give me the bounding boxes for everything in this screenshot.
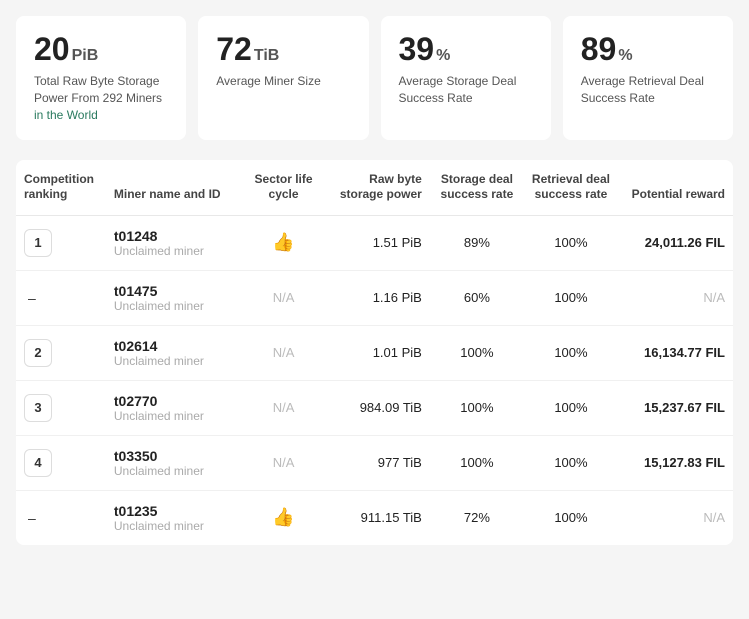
retrieval-rate-cell: 100% — [524, 380, 618, 435]
table-row: – t01235 Unclaimed miner 👍 911.15 TiB72%1… — [16, 490, 733, 545]
miner-cell: t01475 Unclaimed miner — [106, 270, 242, 325]
reward-cell: N/A — [618, 490, 733, 545]
miners-table: Competition ranking Miner name and ID Se… — [16, 160, 733, 545]
col-reward: Potential reward — [618, 160, 733, 216]
col-storage: Storage deal success rate — [430, 160, 524, 216]
rank-cell: 1 — [16, 215, 106, 270]
rank-cell: – — [16, 490, 106, 545]
table-row: 1 t01248 Unclaimed miner 👍 1.51 PiB89%100… — [16, 215, 733, 270]
miner-sub: Unclaimed miner — [114, 519, 234, 533]
rank-badge: 3 — [24, 394, 52, 422]
miner-id[interactable]: t02614 — [114, 338, 234, 354]
miner-id[interactable]: t01475 — [114, 283, 234, 299]
miner-sub: Unclaimed miner — [114, 354, 234, 368]
stat-label-2: Average Storage Deal Success Rate — [399, 73, 533, 107]
stat-value-2: 39% — [399, 32, 533, 67]
stat-value-0: 20PiB — [34, 32, 168, 67]
lifecycle-cell: 👍 — [242, 215, 326, 270]
stat-label-1: Average Miner Size — [216, 73, 350, 90]
stat-card-1: 72TiB Average Miner Size — [198, 16, 368, 140]
reward-cell: 24,011.26 FIL — [618, 215, 733, 270]
lifecycle-cell: N/A — [242, 325, 326, 380]
stat-card-2: 39% Average Storage Deal Success Rate — [381, 16, 551, 140]
rank-cell: 2 — [16, 325, 106, 380]
lifecycle-cell: 👍 — [242, 490, 326, 545]
miner-cell: t03350 Unclaimed miner — [106, 435, 242, 490]
miner-cell: t01248 Unclaimed miner — [106, 215, 242, 270]
miner-cell: t01235 Unclaimed miner — [106, 490, 242, 545]
thumbs-up-icon: 👍 — [250, 507, 318, 528]
col-miner: Miner name and ID — [106, 160, 242, 216]
raw-byte-cell: 1.01 PiB — [325, 325, 430, 380]
retrieval-rate-cell: 100% — [524, 270, 618, 325]
lifecycle-na: N/A — [273, 290, 295, 305]
rank-cell: 4 — [16, 435, 106, 490]
retrieval-rate-cell: 100% — [524, 215, 618, 270]
table-section: Competition ranking Miner name and ID Se… — [16, 160, 733, 545]
miner-id[interactable]: t01235 — [114, 503, 234, 519]
raw-byte-cell: 984.09 TiB — [325, 380, 430, 435]
storage-rate-cell: 60% — [430, 270, 524, 325]
table-row: 3 t02770 Unclaimed miner N/A984.09 TiB10… — [16, 380, 733, 435]
miner-sub: Unclaimed miner — [114, 299, 234, 313]
miner-cell: t02770 Unclaimed miner — [106, 380, 242, 435]
rank-dash: – — [24, 290, 36, 306]
reward-cell: 16,134.77 FIL — [618, 325, 733, 380]
retrieval-rate-cell: 100% — [524, 325, 618, 380]
lifecycle-cell: N/A — [242, 380, 326, 435]
storage-rate-cell: 100% — [430, 325, 524, 380]
stat-value-1: 72TiB — [216, 32, 350, 67]
table-row: 2 t02614 Unclaimed miner N/A1.01 PiB100%… — [16, 325, 733, 380]
raw-byte-cell: 1.16 PiB — [325, 270, 430, 325]
lifecycle-na: N/A — [273, 400, 295, 415]
reward-cell: N/A — [618, 270, 733, 325]
retrieval-rate-cell: 100% — [524, 490, 618, 545]
col-retrieval: Retrieval deal success rate — [524, 160, 618, 216]
rank-cell: – — [16, 270, 106, 325]
raw-byte-cell: 1.51 PiB — [325, 215, 430, 270]
miner-sub: Unclaimed miner — [114, 244, 234, 258]
miner-id[interactable]: t03350 — [114, 448, 234, 464]
miner-sub: Unclaimed miner — [114, 409, 234, 423]
miner-cell: t02614 Unclaimed miner — [106, 325, 242, 380]
stat-label-0: Total Raw Byte Storage Power From 292 Mi… — [34, 73, 168, 123]
table-row: – t01475 Unclaimed miner N/A 1.16 PiB60%1… — [16, 270, 733, 325]
rank-badge: 2 — [24, 339, 52, 367]
lifecycle-cell: N/A — [242, 435, 326, 490]
stat-card-3: 89% Average Retrieval Deal Success Rate — [563, 16, 733, 140]
rank-cell: 3 — [16, 380, 106, 435]
lifecycle-na: N/A — [273, 345, 295, 360]
miner-sub: Unclaimed miner — [114, 464, 234, 478]
page-wrapper: 20PiB Total Raw Byte Storage Power From … — [0, 0, 749, 561]
rank-badge: 1 — [24, 229, 52, 257]
miner-id[interactable]: t02770 — [114, 393, 234, 409]
stat-card-0: 20PiB Total Raw Byte Storage Power From … — [16, 16, 186, 140]
thumbs-up-icon: 👍 — [250, 232, 318, 253]
rank-badge: 4 — [24, 449, 52, 477]
col-lifecycle: Sector life cycle — [242, 160, 326, 216]
storage-rate-cell: 100% — [430, 435, 524, 490]
raw-byte-cell: 977 TiB — [325, 435, 430, 490]
raw-byte-cell: 911.15 TiB — [325, 490, 430, 545]
retrieval-rate-cell: 100% — [524, 435, 618, 490]
stat-label-3: Average Retrieval Deal Success Rate — [581, 73, 715, 107]
reward-cell: 15,127.83 FIL — [618, 435, 733, 490]
stat-value-3: 89% — [581, 32, 715, 67]
col-ranking: Competition ranking — [16, 160, 106, 216]
storage-rate-cell: 72% — [430, 490, 524, 545]
lifecycle-cell: N/A — [242, 270, 326, 325]
table-row: 4 t03350 Unclaimed miner N/A977 TiB100%1… — [16, 435, 733, 490]
storage-rate-cell: 89% — [430, 215, 524, 270]
stats-row: 20PiB Total Raw Byte Storage Power From … — [16, 16, 733, 140]
reward-cell: 15,237.67 FIL — [618, 380, 733, 435]
lifecycle-na: N/A — [273, 455, 295, 470]
miner-id[interactable]: t01248 — [114, 228, 234, 244]
storage-rate-cell: 100% — [430, 380, 524, 435]
rank-dash: – — [24, 510, 36, 526]
col-rawbyte: Raw byte storage power — [325, 160, 430, 216]
